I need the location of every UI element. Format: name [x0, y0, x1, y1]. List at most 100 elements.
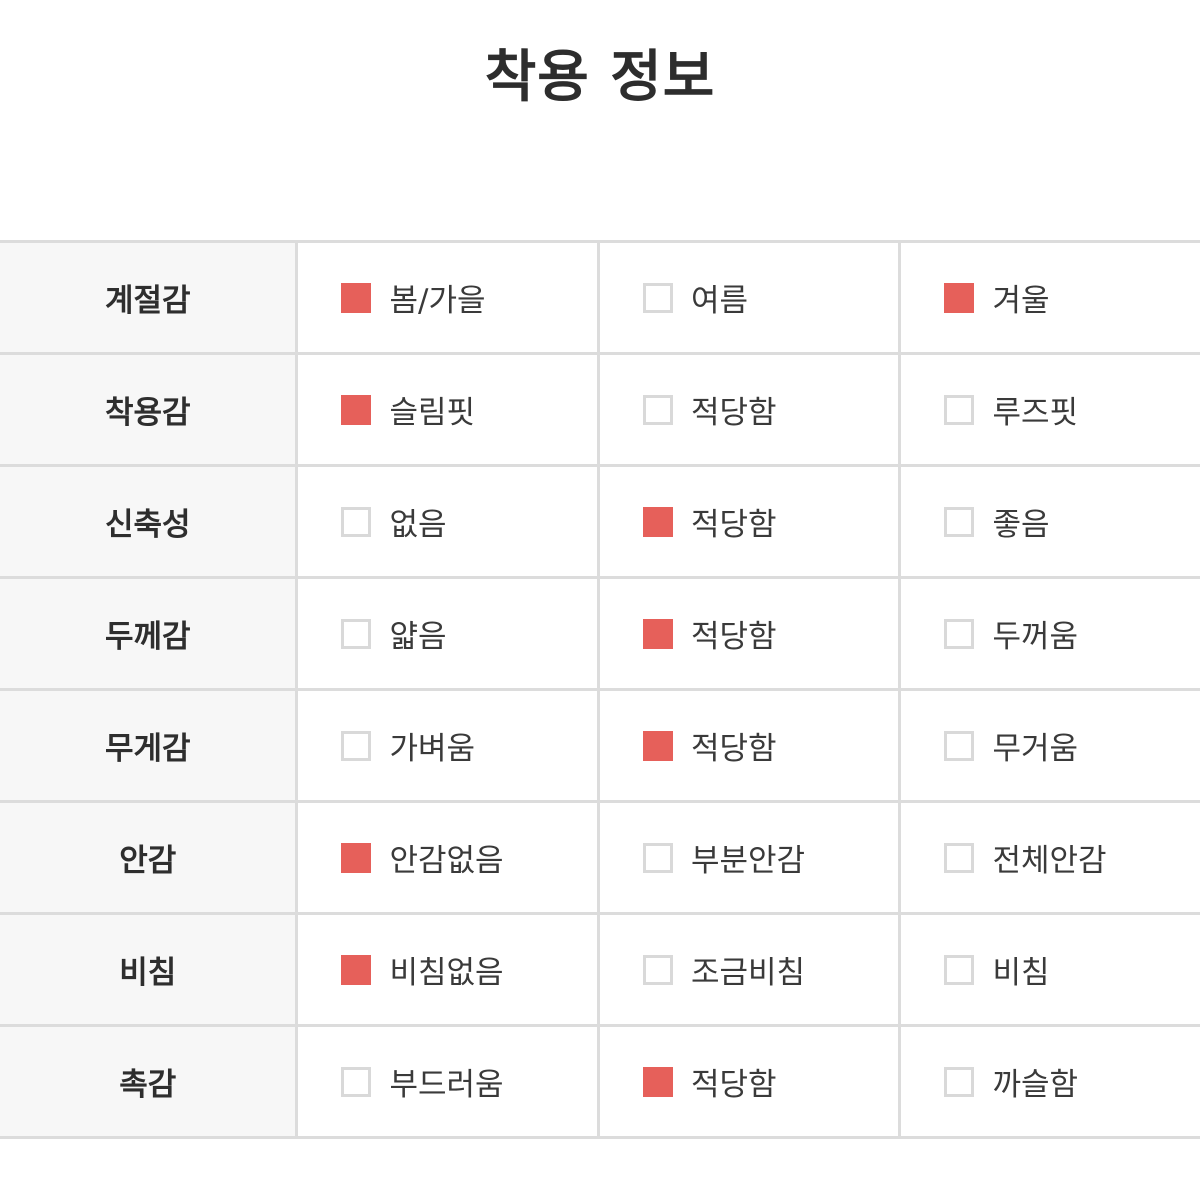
unchecked-box-icon[interactable]	[944, 506, 975, 537]
option[interactable]: 루즈핏	[901, 387, 1200, 432]
option[interactable]: 겨울	[901, 275, 1200, 320]
option[interactable]: 봄/가을	[298, 275, 597, 320]
option[interactable]: 비침	[901, 947, 1200, 992]
option-cell: 얇음	[295, 576, 600, 691]
option-cell: 좋음	[898, 464, 1200, 579]
option-label: 루즈핏	[992, 395, 1079, 431]
option[interactable]: 안감없음	[298, 835, 597, 880]
option-label: 없음	[389, 507, 447, 543]
option[interactable]: 적당함	[600, 1059, 899, 1104]
checked-box-icon[interactable]	[341, 282, 372, 313]
option-cell: 적당함	[596, 352, 902, 467]
option[interactable]: 적당함	[600, 723, 899, 768]
row-header: 착용감	[0, 352, 299, 467]
checked-box-icon[interactable]	[642, 506, 673, 537]
option-label: 봄/가을	[389, 283, 486, 319]
option-cell: 두꺼움	[898, 576, 1200, 691]
unchecked-box-icon[interactable]	[341, 618, 372, 649]
checked-box-icon[interactable]	[642, 618, 673, 649]
option-cell: 부드러움	[295, 1024, 600, 1139]
option[interactable]: 전체안감	[901, 835, 1200, 880]
unchecked-box-icon[interactable]	[944, 618, 975, 649]
option-label: 가벼움	[389, 731, 476, 767]
option[interactable]: 부분안감	[600, 835, 899, 880]
option[interactable]: 여름	[600, 275, 899, 320]
option[interactable]: 적당함	[600, 499, 899, 544]
option[interactable]: 없음	[298, 499, 597, 544]
option-cell: 겨울	[898, 240, 1200, 355]
unchecked-box-icon[interactable]	[944, 842, 975, 873]
wear-info-table: 계절감 봄/가을 여름 겨울 착용감 슬림핏 적당함 루즈핏 신축성 없음 적당함 좋음 두께감 얇음 적당…	[0, 240, 1200, 1139]
unchecked-box-icon[interactable]	[944, 1066, 975, 1097]
option-cell: 적당함	[596, 576, 902, 691]
unchecked-box-icon[interactable]	[341, 506, 372, 537]
option-label: 여름	[690, 283, 749, 319]
option-label: 적당함	[690, 507, 777, 543]
unchecked-box-icon[interactable]	[341, 1066, 372, 1097]
option-cell: 부분안감	[596, 800, 902, 915]
option-label: 비침없음	[389, 955, 504, 991]
row-header: 촉감	[0, 1024, 299, 1139]
option[interactable]: 슬림핏	[298, 387, 597, 432]
row-header: 계절감	[0, 240, 299, 355]
option-cell: 까슬함	[898, 1024, 1200, 1139]
option-cell: 무거움	[898, 688, 1200, 803]
option-cell: 적당함	[596, 1024, 902, 1139]
unchecked-box-icon[interactable]	[944, 730, 975, 761]
option-label: 무거움	[992, 731, 1079, 767]
checked-box-icon[interactable]	[944, 282, 975, 313]
option-cell: 비침	[898, 912, 1200, 1027]
unchecked-box-icon[interactable]	[944, 394, 975, 425]
unchecked-box-icon[interactable]	[642, 842, 673, 873]
row-header: 안감	[0, 800, 299, 915]
option[interactable]: 조금비침	[600, 947, 899, 992]
option-cell: 전체안감	[898, 800, 1200, 915]
checked-box-icon[interactable]	[341, 394, 372, 425]
option-cell: 비침없음	[295, 912, 600, 1027]
checked-box-icon[interactable]	[642, 1066, 673, 1097]
option-label: 부분안감	[690, 843, 806, 879]
checked-box-icon[interactable]	[341, 954, 372, 985]
table-row: 착용감 슬림핏 적당함 루즈핏	[0, 352, 1200, 467]
option[interactable]: 얇음	[298, 611, 597, 656]
option-cell: 없음	[295, 464, 600, 579]
option[interactable]: 가벼움	[298, 723, 597, 768]
option-label: 적당함	[690, 619, 777, 655]
row-header: 비침	[0, 912, 299, 1027]
option-label: 까슬함	[992, 1067, 1079, 1103]
option[interactable]: 적당함	[600, 611, 899, 656]
table-row: 두께감 얇음 적당함 두꺼움	[0, 576, 1200, 691]
option-cell: 가벼움	[295, 688, 600, 803]
checked-box-icon[interactable]	[642, 730, 673, 761]
option-label: 두꺼움	[992, 619, 1079, 655]
option-label: 안감없음	[389, 843, 504, 879]
option[interactable]: 비침없음	[298, 947, 597, 992]
option[interactable]: 무거움	[901, 723, 1200, 768]
option-label: 전체안감	[992, 843, 1107, 879]
checked-box-icon[interactable]	[341, 842, 372, 873]
table-row: 계절감 봄/가을 여름 겨울	[0, 240, 1200, 355]
option-label: 비침	[992, 955, 1050, 991]
option-cell: 봄/가을	[295, 240, 600, 355]
unchecked-box-icon[interactable]	[642, 394, 673, 425]
unchecked-box-icon[interactable]	[642, 954, 673, 985]
option-cell: 적당함	[596, 464, 902, 579]
option[interactable]: 부드러움	[298, 1059, 597, 1104]
option-label: 적당함	[690, 731, 777, 767]
option[interactable]: 두꺼움	[901, 611, 1200, 656]
option-label: 좋음	[992, 507, 1050, 543]
option[interactable]: 적당함	[600, 387, 899, 432]
unchecked-box-icon[interactable]	[642, 282, 673, 313]
option[interactable]: 까슬함	[901, 1059, 1200, 1104]
option-cell: 슬림핏	[295, 352, 600, 467]
option[interactable]: 좋음	[901, 499, 1200, 544]
unchecked-box-icon[interactable]	[944, 954, 975, 985]
unchecked-box-icon[interactable]	[341, 730, 372, 761]
option-label: 얇음	[389, 619, 447, 655]
option-cell: 적당함	[596, 688, 902, 803]
table-row: 신축성 없음 적당함 좋음	[0, 464, 1200, 579]
table-row: 무게감 가벼움 적당함 무거움	[0, 688, 1200, 803]
table-row: 촉감 부드러움 적당함 까슬함	[0, 1024, 1200, 1139]
page-title: 착용 정보	[484, 45, 716, 110]
option-label: 적당함	[690, 395, 777, 431]
